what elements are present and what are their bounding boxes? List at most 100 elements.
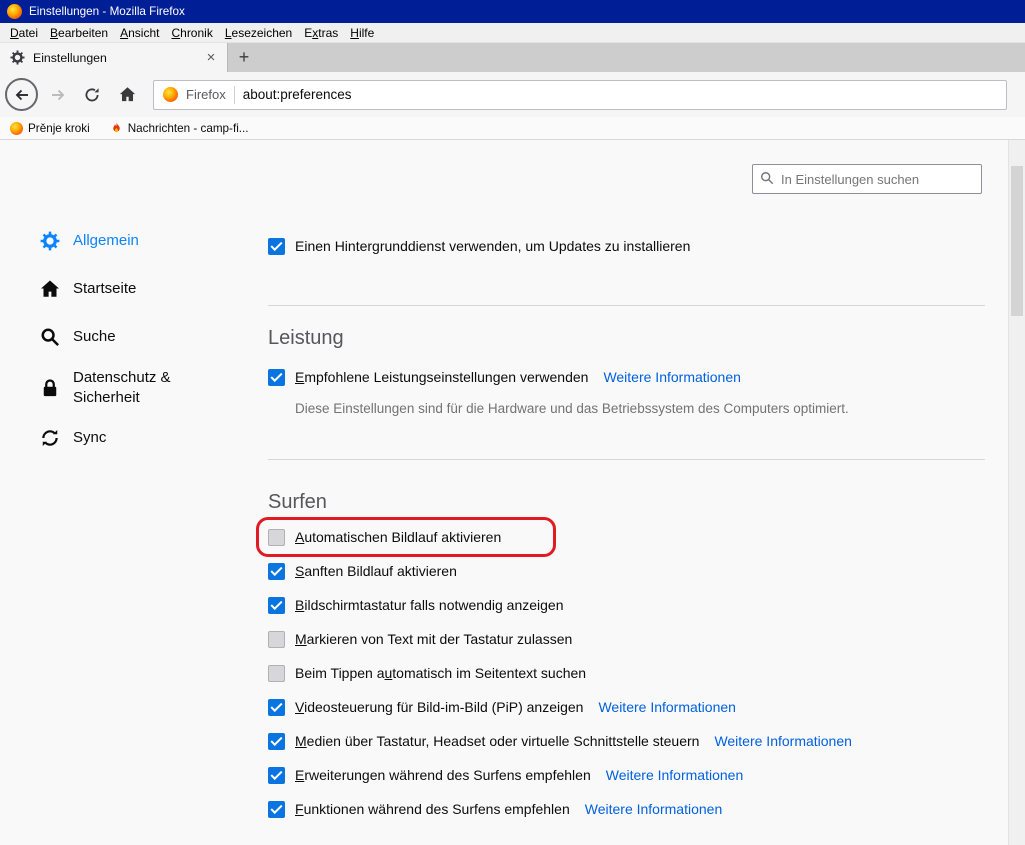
title-bar: Einstellungen - Mozilla Firefox [0,0,1025,23]
checkbox[interactable] [268,369,285,386]
caret-browsing-row: Markieren von Text mit der Tastatur zula… [268,622,985,656]
preferences-sidebar: Allgemein Startseite Suche [40,224,230,469]
sidebar-item-sync[interactable]: Sync [40,421,230,455]
menu-bar: Datei Bearbeiten Ansicht Chronik Lesezei… [0,23,1025,43]
sidebar-item-datenschutz[interactable]: Datenschutz & Sicherheit [40,368,230,407]
bookmark-nachrichten[interactable]: Nachrichten - camp-fi... [110,122,249,135]
menu-bearbeiten[interactable]: Bearbeiten [44,24,114,42]
find-as-you-type-row: Beim Tippen automatisch im Seitentext su… [268,656,985,690]
learn-more-link[interactable]: Weitere Informationen [598,699,735,715]
pref-label[interactable]: Sanften Bildlauf aktivieren [295,563,457,579]
menu-hilfe[interactable]: Hilfe [344,24,380,42]
checkbox[interactable] [268,767,285,784]
section-title-leistung: Leistung [268,324,985,352]
section-title-surfen: Surfen [268,488,985,516]
pref-label[interactable]: Videosteuerung für Bild-im-Bild (PiP) an… [295,699,583,715]
learn-more-link[interactable]: Weitere Informationen [603,369,740,385]
gear-icon [40,231,60,251]
checkbox[interactable] [268,699,285,716]
pref-label[interactable]: Funktionen während des Surfens empfehlen [295,801,570,817]
bookmark-label: Nachrichten - camp-fi... [128,122,249,135]
checkbox[interactable] [268,597,285,614]
sidebar-item-suche[interactable]: Suche [40,320,230,354]
sidebar-label: Sync [73,428,106,448]
forward-button[interactable] [45,80,71,110]
recommend-extensions-row: Erweiterungen während des Surfens empfeh… [268,758,985,792]
pip-controls-row: Videosteuerung für Bild-im-Bild (PiP) an… [268,690,985,724]
sidebar-item-allgemein[interactable]: Allgemein [40,224,230,258]
pref-label[interactable]: Markieren von Text mit der Tastatur zula… [295,631,572,647]
back-button[interactable] [5,78,38,111]
pref-label[interactable]: Automatischen Bildlauf aktivieren [295,529,501,545]
sidebar-label: Allgemein [73,231,139,251]
forward-arrow-icon [50,87,66,103]
bookmark-prenje-kroki[interactable]: Prěnje kroki [10,122,90,135]
performance-description: Diese Einstellungen sind für die Hardwar… [295,400,985,418]
pref-label[interactable]: Erweiterungen während des Surfens empfeh… [295,767,591,783]
section-divider [268,305,985,306]
search-icon [40,327,60,347]
navigation-toolbar: Firefox about:preferences [0,72,1025,117]
scrollbar-thumb[interactable] [1011,166,1023,316]
update-service-row: Einen Hintergrunddienst verwenden, um Up… [268,235,985,257]
settings-main: Einen Hintergrunddienst verwenden, um Up… [268,140,985,826]
recommend-features-row: Funktionen während des Surfens empfehlen… [268,792,985,826]
sidebar-label: Suche [73,327,116,347]
menu-ansicht[interactable]: Ansicht [114,24,165,42]
pref-label[interactable]: Medien über Tastatur, Headset oder virtu… [295,733,699,749]
performance-row: Empfohlene Leistungseinstellungen verwen… [268,360,985,394]
checkbox[interactable] [268,733,285,750]
firefox-icon [163,87,178,102]
pref-label[interactable]: Bildschirmtastatur falls notwendig anzei… [295,597,563,613]
menu-chronik[interactable]: Chronik [165,24,218,42]
checkbox[interactable] [268,529,285,546]
pref-label[interactable]: Einen Hintergrunddienst verwenden, um Up… [295,238,690,254]
urlbar-separator [234,86,235,104]
pref-label[interactable]: Beim Tippen automatisch im Seitentext su… [295,665,586,681]
sidebar-label: Datenschutz & Sicherheit [73,368,193,407]
url-text: about:preferences [243,87,352,102]
browsing-rows: Automatischen Bildlauf aktivieren Sanfte… [268,520,985,826]
reload-icon [84,87,100,103]
home-button[interactable] [113,80,141,110]
back-arrow-icon [14,87,30,103]
tab-einstellungen[interactable]: Einstellungen × [0,43,228,72]
tab-close-icon[interactable]: × [203,49,219,66]
checkbox[interactable] [268,631,285,648]
learn-more-link[interactable]: Weitere Informationen [585,801,722,817]
flame-icon [110,122,123,135]
menu-extras[interactable]: Extras [298,24,344,42]
preferences-page: Allgemein Startseite Suche [0,140,1025,845]
sidebar-item-startseite[interactable]: Startseite [40,272,230,306]
checkbox[interactable] [268,801,285,818]
new-tab-button[interactable]: + [228,43,260,72]
gear-icon [10,50,25,65]
reload-button[interactable] [78,80,106,110]
identity-label: Firefox [186,87,226,102]
onscreen-keyboard-row: Bildschirmtastatur falls notwendig anzei… [268,588,985,622]
menu-lesezeichen[interactable]: Lesezeichen [219,24,298,42]
learn-more-link[interactable]: Weitere Informationen [606,767,743,783]
sidebar-label: Startseite [73,279,136,299]
learn-more-link[interactable]: Weitere Informationen [714,733,851,749]
tab-bar: Einstellungen × + [0,43,1025,72]
lock-icon [40,378,60,398]
section-divider [268,459,985,460]
firefox-icon [7,4,22,19]
url-bar[interactable]: Firefox about:preferences [153,80,1007,110]
tab-title: Einstellungen [33,51,195,65]
menu-datei[interactable]: Datei [4,24,44,42]
smooth-scroll-row: Sanften Bildlauf aktivieren [268,554,985,588]
firefox-icon [10,122,23,135]
pref-label[interactable]: Empfohlene Leistungseinstellungen verwen… [295,369,588,385]
bookmarks-toolbar: Prěnje kroki Nachrichten - camp-fi... [0,117,1025,140]
checkbox[interactable] [268,563,285,580]
checkbox[interactable] [268,665,285,682]
home-icon [119,86,136,103]
window-title: Einstellungen - Mozilla Firefox [29,5,185,18]
sync-icon [40,428,60,448]
media-control-row: Medien über Tastatur, Headset oder virtu… [268,724,985,758]
checkbox[interactable] [268,238,285,255]
scrollbar-track [1008,140,1025,845]
autoscroll-row: Automatischen Bildlauf aktivieren [268,520,985,554]
